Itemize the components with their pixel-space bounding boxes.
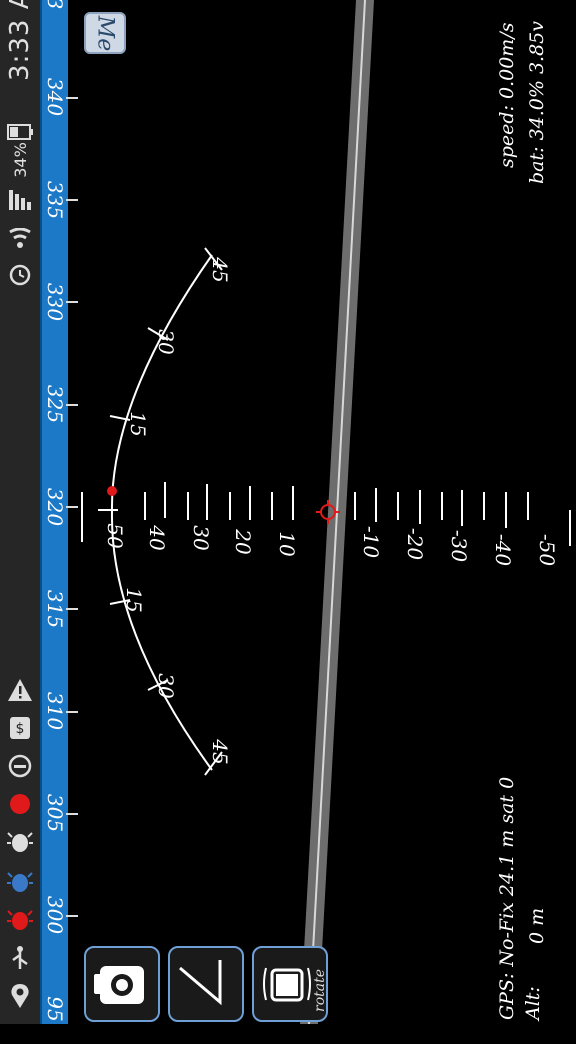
- angle-icon: [179, 960, 222, 1006]
- rotate-button[interactable]: rotate: [252, 946, 328, 1022]
- pitch-label: 40: [145, 525, 169, 551]
- pitch-label: -40: [491, 533, 515, 567]
- roll-label: 45: [208, 739, 232, 765]
- angle-button[interactable]: [168, 946, 244, 1022]
- attitude-indicator: [81, 0, 571, 1024]
- roll-label: 30: [154, 673, 178, 699]
- pitch-label: -10: [359, 525, 383, 559]
- roll-label: 30: [154, 329, 178, 355]
- roll-indicator-dot: [107, 486, 117, 496]
- pitch-label: 50: [103, 523, 127, 549]
- pitch-label: 30: [189, 525, 213, 551]
- battery-readout: bat: 34.0% 3.85v: [526, 20, 548, 184]
- rotate-label: rotate: [312, 968, 328, 1012]
- pitch-label: -30: [447, 529, 471, 563]
- camera-icon: [94, 966, 144, 1004]
- speed-readout: speed: 0.00m/s: [496, 22, 518, 168]
- pitch-label: -50: [535, 533, 559, 567]
- camera-button[interactable]: [84, 946, 160, 1022]
- altitude-value: 0 m: [526, 907, 548, 944]
- roll-label: 15: [126, 411, 150, 437]
- gps-readout: GPS: No-Fix 24.1 m sat 0: [496, 776, 518, 1020]
- pitch-label: -20: [403, 527, 427, 561]
- altitude-label: Alt:: [522, 986, 544, 1020]
- roll-label: 45: [208, 257, 232, 283]
- pitch-label: 10: [275, 531, 299, 557]
- roll-label: 15: [122, 587, 146, 613]
- pitch-label: 20: [231, 529, 255, 555]
